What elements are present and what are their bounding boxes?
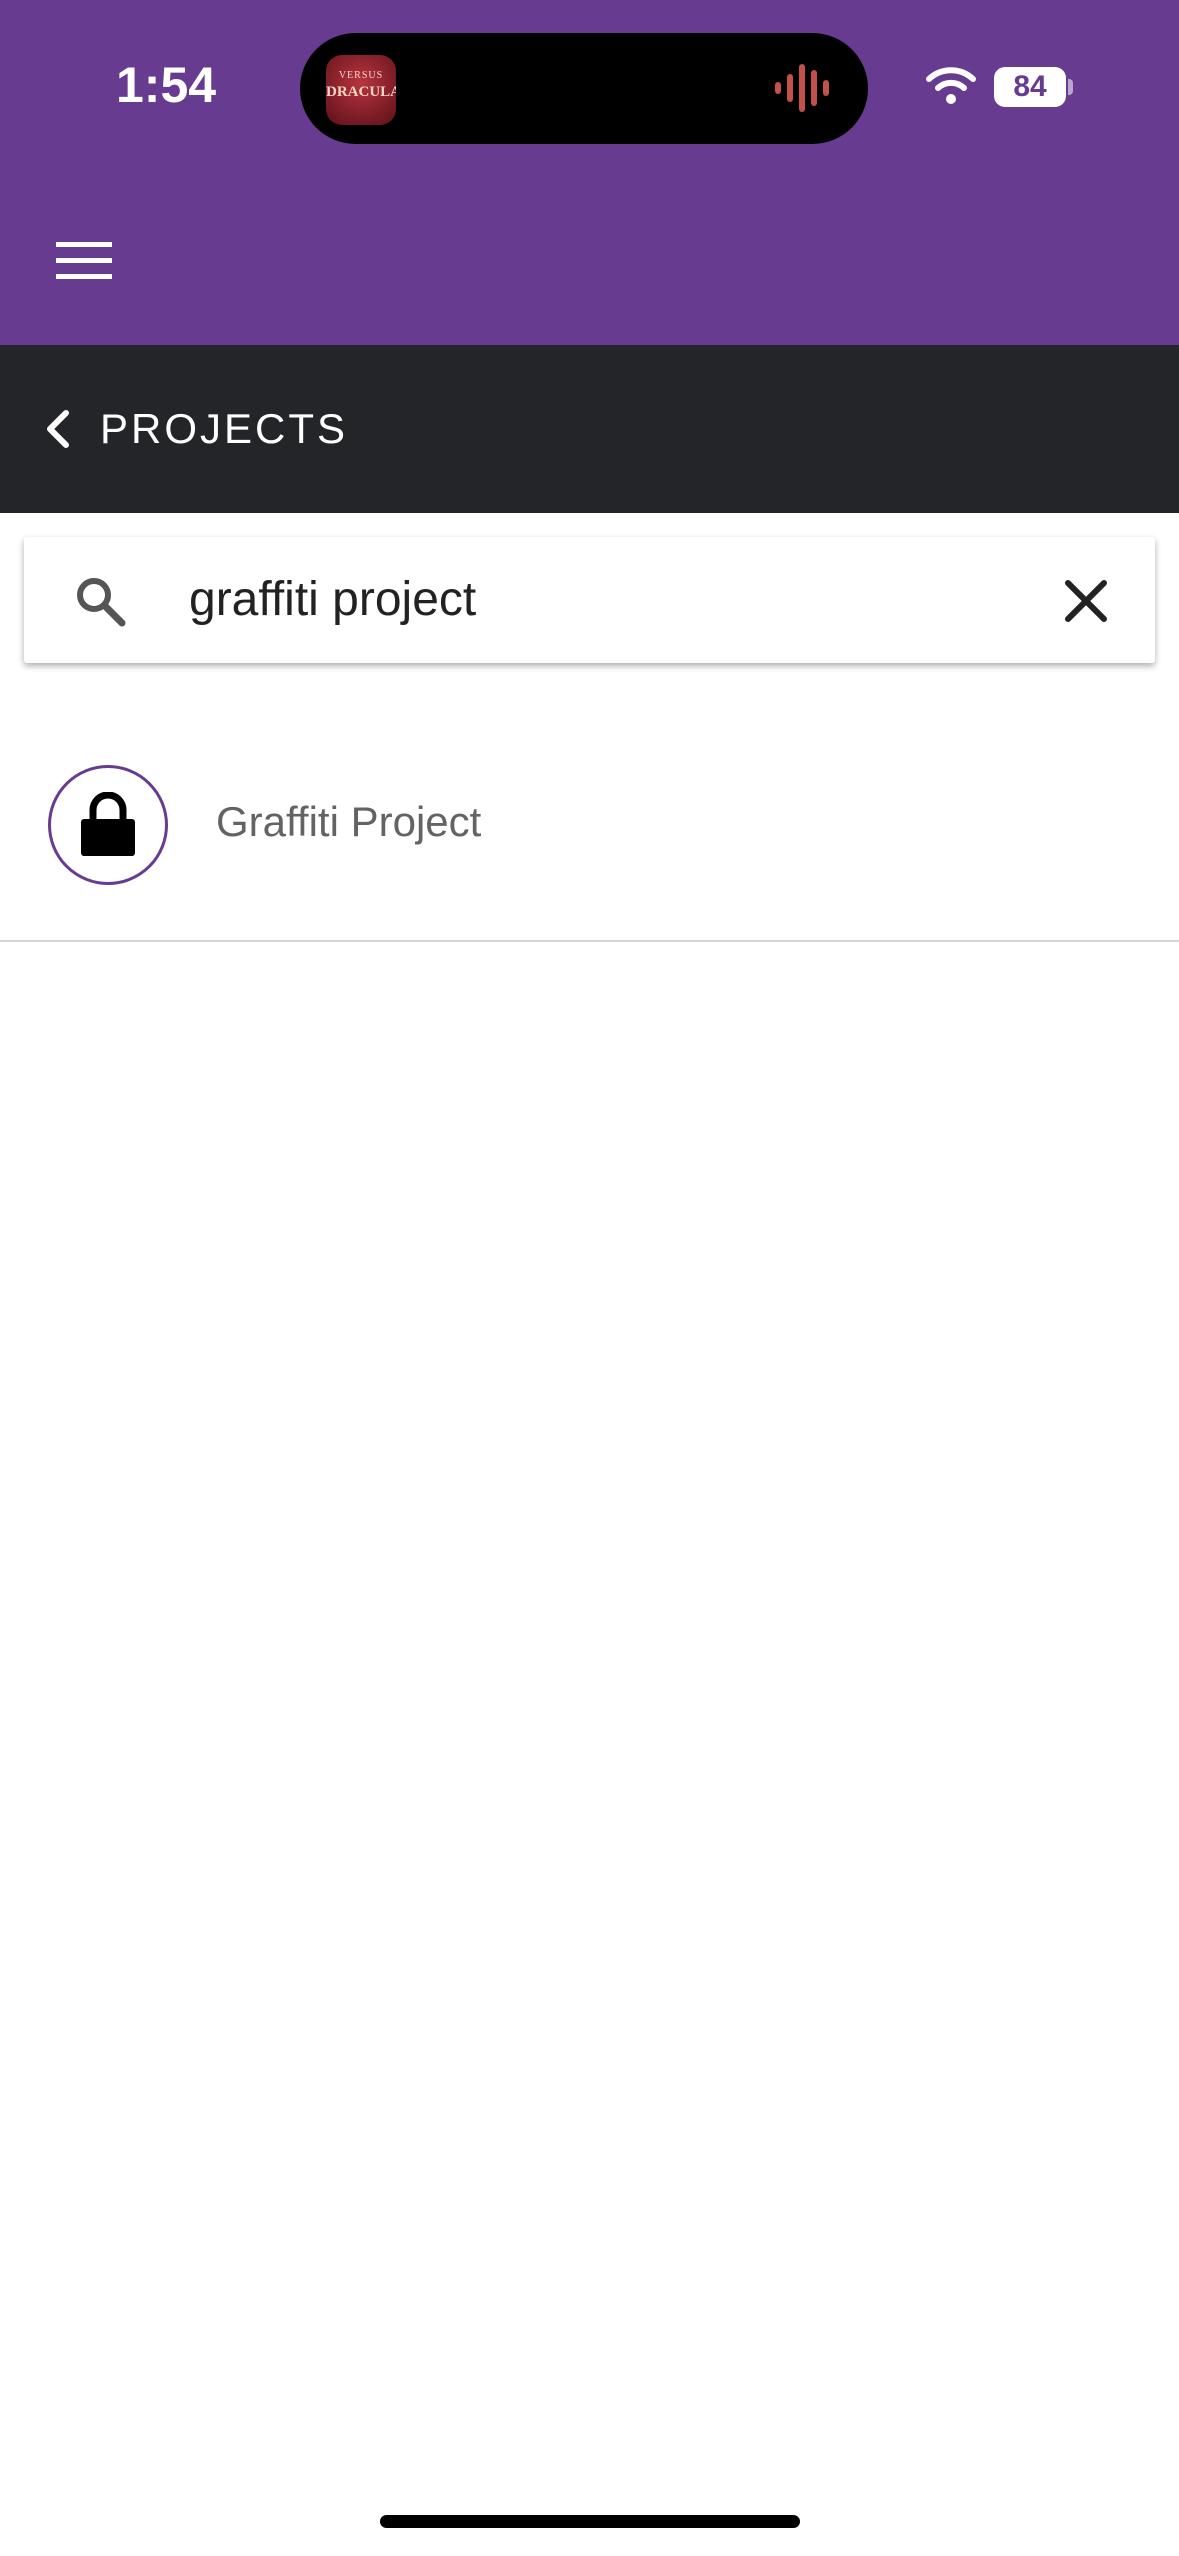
app-icon-line1: VERSUS: [338, 70, 384, 81]
page-title: PROJECTS: [100, 405, 349, 452]
search-bar: graffiti project: [24, 537, 1155, 663]
list-item[interactable]: Graffiti Project: [0, 708, 1179, 942]
project-avatar: [48, 765, 168, 885]
search-icon: [77, 578, 126, 627]
live-activity-app-icon: VERSUS DRACULA: [326, 55, 396, 125]
app-bar: 1:54 VERSUS DRACULA 84: [0, 0, 1179, 345]
home-indicator[interactable]: [380, 2515, 800, 2528]
audio-waveform-icon: [775, 64, 829, 112]
chevron-left-icon: [47, 410, 69, 448]
status-time: 1:54: [116, 57, 217, 113]
battery-indicator: 84: [994, 67, 1066, 107]
clear-search-button[interactable]: [1058, 573, 1114, 629]
menu-button[interactable]: [40, 225, 128, 297]
back-button[interactable]: PROJECTS: [30, 375, 348, 483]
lock-icon: [81, 792, 135, 856]
dynamic-island[interactable]: VERSUS DRACULA: [300, 33, 868, 144]
app-icon-line2: DRACULA: [326, 84, 396, 100]
hamburger-menu-icon: [56, 242, 112, 279]
close-icon: [1065, 580, 1107, 622]
sub-header: PROJECTS: [0, 345, 1179, 513]
battery-cap: [1068, 79, 1073, 95]
list-item-label: Graffiti Project: [216, 798, 482, 845]
wifi-icon: [926, 67, 976, 104]
search-input[interactable]: graffiti project: [189, 537, 476, 663]
